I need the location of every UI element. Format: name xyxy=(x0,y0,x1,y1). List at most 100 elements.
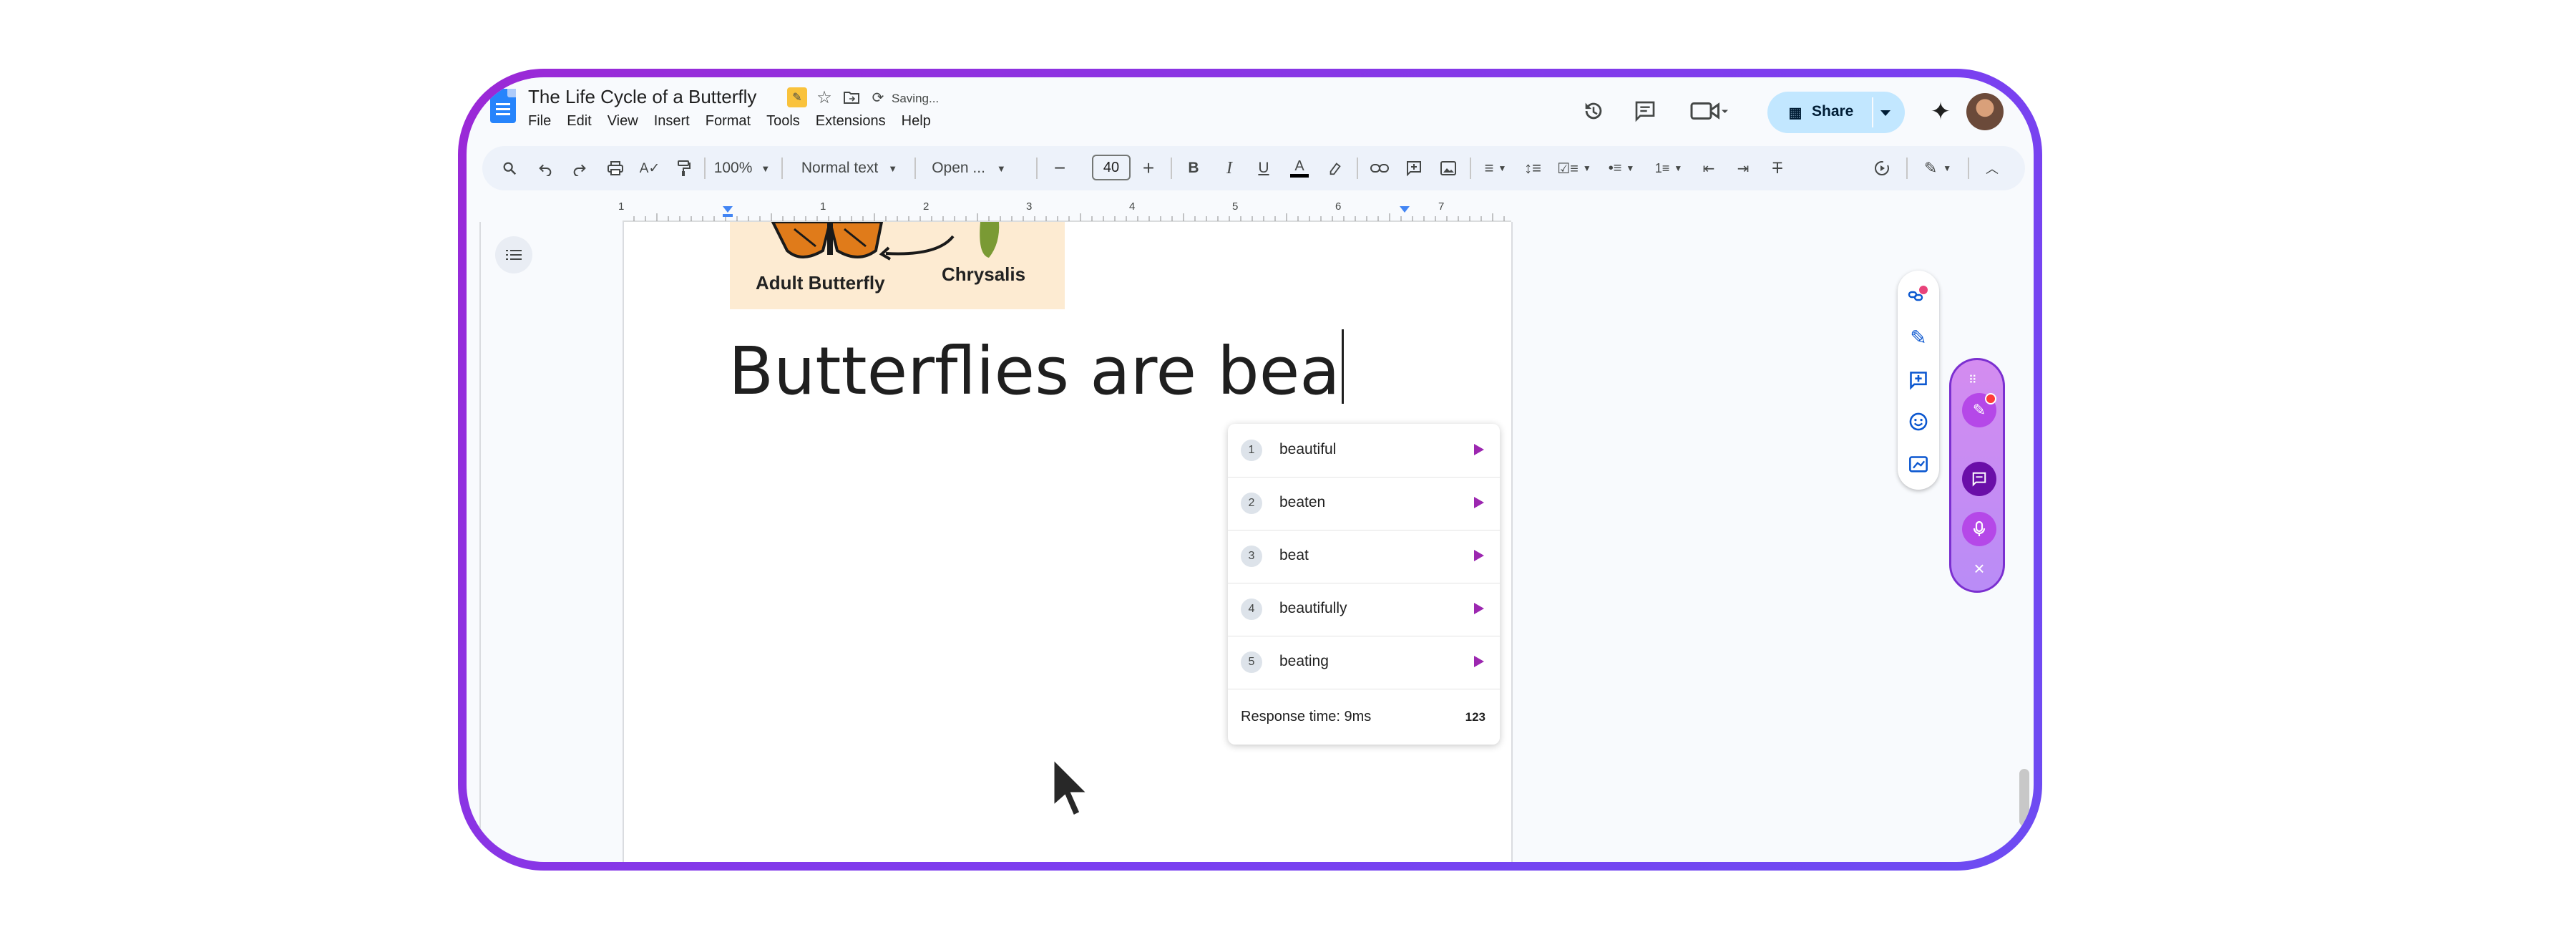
drag-handle-icon[interactable]: ⠿ xyxy=(1968,373,1978,387)
ruler-number: 1 xyxy=(618,200,625,213)
horizontal-ruler[interactable]: 1 1 2 3 4 5 6 7 xyxy=(467,200,2034,222)
avatar[interactable] xyxy=(1966,93,2004,130)
emoji-icon[interactable] xyxy=(1898,404,1939,440)
add-comment-icon[interactable] xyxy=(1400,146,1428,190)
bold-button[interactable]: B xyxy=(1179,146,1208,190)
response-time: Response time: 9ms xyxy=(1241,709,1372,724)
line-spacing-icon[interactable]: ↕≡ xyxy=(1518,146,1547,190)
undo-icon[interactable] xyxy=(531,146,560,190)
pen-icon: ✎ xyxy=(1972,401,1986,419)
autocomplete-suggestions: 1 beautiful 2 beaten 3 beat 4 beautifully 5b… xyxy=(1228,424,1500,745)
zoom-select[interactable]: 100% ▼ xyxy=(710,146,774,190)
comments-icon[interactable] xyxy=(1627,93,1663,129)
sync-icon: ⟳ xyxy=(872,89,884,106)
document-title[interactable]: The Life Cycle of a Butterfly xyxy=(528,86,756,108)
chat-button[interactable] xyxy=(1962,462,1996,496)
microphone-icon xyxy=(1973,520,1986,536)
text-color-button[interactable]: A xyxy=(1285,146,1314,190)
ruler-number: 6 xyxy=(1335,200,1342,213)
document-body-text[interactable]: Butterflies are bea xyxy=(728,329,1344,410)
menu-help[interactable]: Help xyxy=(902,113,931,130)
image-label-adult-butterfly: Adult Butterfly xyxy=(756,272,885,294)
paragraph-style-select[interactable]: Normal text ▼ xyxy=(789,146,910,190)
play-icon xyxy=(1474,550,1484,561)
ruler-number: 3 xyxy=(1026,200,1033,213)
decrease-font-size-button[interactable]: − xyxy=(1048,146,1072,190)
underline-button[interactable]: U xyxy=(1249,146,1278,190)
pen-button[interactable]: ✎ xyxy=(1962,393,1996,427)
building-icon: ▦ xyxy=(1788,105,1802,121)
menu-extensions[interactable]: Extensions xyxy=(816,113,886,130)
suggestion-item[interactable]: 2 beaten xyxy=(1228,477,1500,530)
play-icon xyxy=(1474,444,1484,455)
image-label-chrysalis: Chrysalis xyxy=(942,263,1026,285)
move-folder-icon[interactable] xyxy=(840,86,863,109)
redo-icon[interactable] xyxy=(565,146,594,190)
menu-format[interactable]: Format xyxy=(706,113,751,130)
docs-logo-icon[interactable] xyxy=(490,89,516,123)
gemini-sparkle-icon[interactable]: ✦ xyxy=(1923,94,1958,129)
star-icon[interactable]: ☆ xyxy=(813,86,836,109)
font-size-input[interactable]: 40 xyxy=(1092,155,1131,180)
share-button[interactable]: ▦ Share xyxy=(1767,92,1905,133)
magic-wand-icon[interactable]: ✎ xyxy=(1898,319,1939,355)
collapse-toolbar-icon[interactable]: ︿ xyxy=(1978,146,2006,190)
lifecycle-image[interactable]: Adult Butterfly Chrysalis xyxy=(730,222,1065,309)
numeric-mode-icon[interactable]: 123 xyxy=(1465,710,1485,724)
zoom-value: 100% xyxy=(713,160,753,176)
meet-icon[interactable] xyxy=(1683,93,1735,129)
mouse-pointer-icon xyxy=(1049,756,1092,824)
assistant-pill: ⠿ ✎ × xyxy=(1949,358,2005,593)
document-outline-button[interactable] xyxy=(495,236,532,273)
smart-chips-icon[interactable] xyxy=(1898,276,1939,312)
menu-file[interactable]: File xyxy=(528,113,551,130)
checklist-icon[interactable]: ☑≡ ▼ xyxy=(1553,146,1596,190)
menu-insert[interactable]: Insert xyxy=(654,113,690,130)
increase-indent-icon[interactable]: ⇥ xyxy=(1729,146,1757,190)
numbered-list-icon[interactable]: 1≡ ▼ xyxy=(1647,146,1690,190)
clear-formatting-icon[interactable]: T xyxy=(1763,146,1792,190)
close-icon[interactable]: × xyxy=(1968,558,1990,579)
voice-playback-icon[interactable] xyxy=(1868,146,1896,190)
play-icon xyxy=(1474,656,1484,667)
menu-tools[interactable]: Tools xyxy=(766,113,800,130)
paint-format-icon[interactable] xyxy=(670,146,698,190)
play-icon xyxy=(1474,603,1484,614)
suggestion-item[interactable]: 4 beautifully xyxy=(1228,583,1500,636)
add-comment-rail-icon[interactable] xyxy=(1898,362,1939,398)
search-menus-icon[interactable] xyxy=(495,146,524,190)
menu-edit[interactable]: Edit xyxy=(567,113,591,130)
bulleted-list-icon[interactable]: •≡ ▼ xyxy=(1600,146,1643,190)
play-icon xyxy=(1474,497,1484,508)
notification-dot xyxy=(1985,393,1996,404)
suggestion-item[interactable]: 3 beat xyxy=(1228,530,1500,583)
formatting-toolbar: A✓ 100% ▼ Normal text ▼ Open ... ▼ − 40 + B… xyxy=(482,146,2025,190)
ruler-ticks xyxy=(623,206,1511,222)
version-history-icon[interactable] xyxy=(1576,93,1611,129)
spellcheck-icon[interactable]: A✓ xyxy=(635,146,664,190)
suggestion-item[interactable]: 1 beautiful xyxy=(1228,424,1500,478)
style-value: Normal text xyxy=(801,160,879,176)
saving-status: Saving... xyxy=(892,92,940,105)
insert-image-icon[interactable] xyxy=(1434,146,1463,190)
doc-status-icon[interactable]: ✎ xyxy=(787,87,807,107)
menu-view[interactable]: View xyxy=(608,113,638,130)
font-select[interactable]: Open ... ▼ xyxy=(920,146,1018,190)
increase-font-size-button[interactable]: + xyxy=(1136,146,1161,190)
print-icon[interactable] xyxy=(601,146,630,190)
vertical-scrollbar[interactable] xyxy=(2019,769,2029,826)
align-icon[interactable]: ≡ ▼ xyxy=(1475,146,1516,190)
link-icon[interactable] xyxy=(1365,146,1394,190)
app-frame: The Life Cycle of a Butterfly ✎ ☆ ⟳ Savi… xyxy=(458,69,2042,871)
ruler-number: 2 xyxy=(923,200,930,213)
suggestion-item[interactable]: 5 beating xyxy=(1228,636,1500,689)
typed-text: Butterflies are bea xyxy=(728,333,1340,410)
highlight-color-icon[interactable] xyxy=(1321,146,1350,190)
decrease-indent-icon[interactable]: ⇤ xyxy=(1694,146,1723,190)
floating-action-rail: ✎ xyxy=(1898,271,1939,490)
suggest-edits-icon[interactable] xyxy=(1898,447,1939,483)
editing-mode-icon[interactable]: ✎ ▼ xyxy=(1915,146,1961,190)
microphone-button[interactable] xyxy=(1962,512,1996,546)
italic-button[interactable]: I xyxy=(1215,146,1244,190)
share-dropdown-icon[interactable] xyxy=(1880,110,1890,116)
